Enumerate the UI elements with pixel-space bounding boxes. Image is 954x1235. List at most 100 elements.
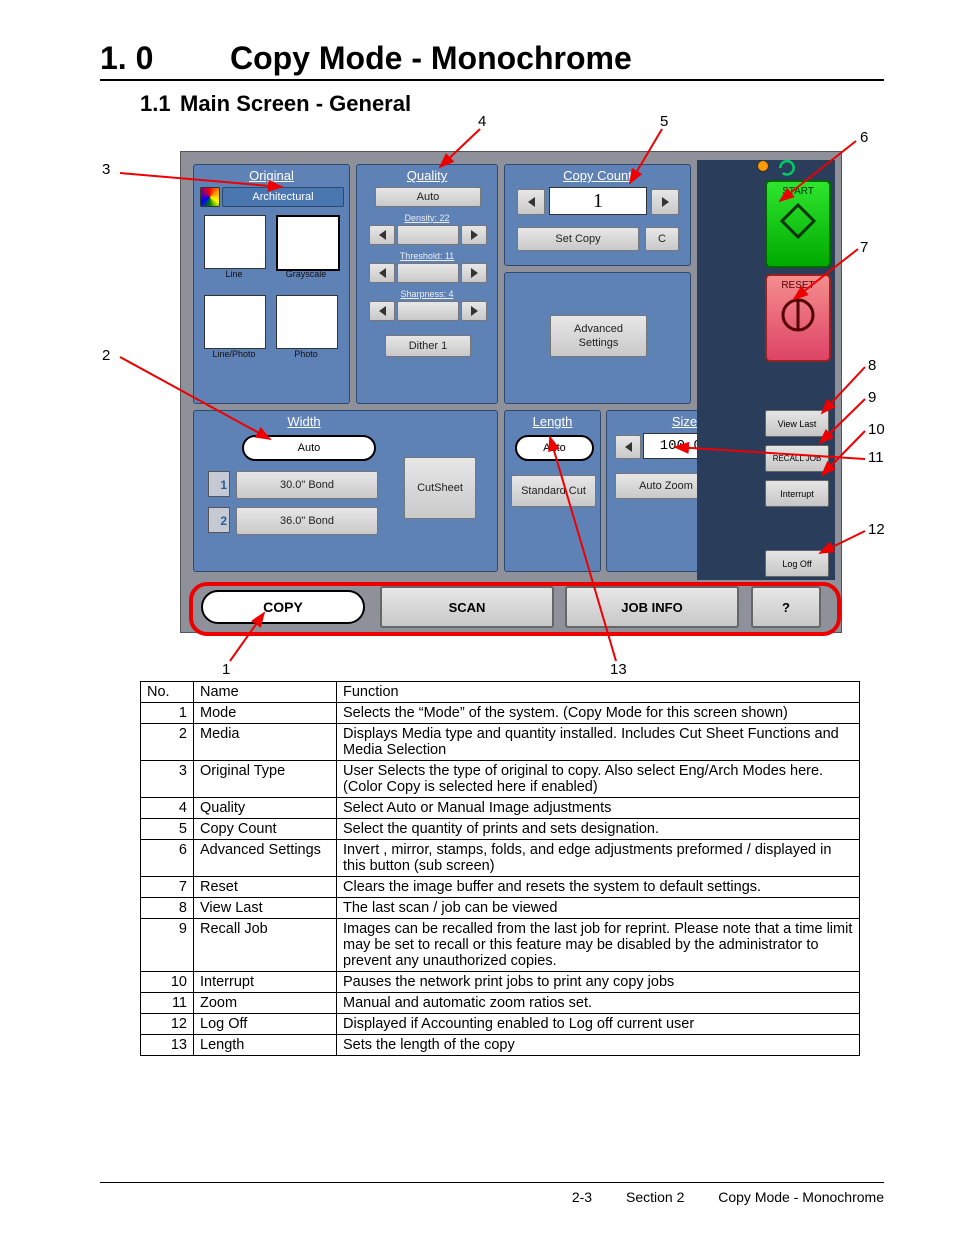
logoff-button[interactable]: Log Off	[765, 550, 829, 577]
triangle-right-icon	[471, 306, 478, 316]
recalljob-button[interactable]: RECALL JOB	[765, 445, 829, 472]
triangle-right-icon	[471, 268, 478, 278]
copycount-inc[interactable]	[651, 189, 679, 215]
cell-func: Invert , mirror, stamps, folds, and edge…	[337, 840, 860, 877]
roll2-button[interactable]: 36.0" Bond	[236, 507, 378, 535]
threshold-right[interactable]	[461, 263, 487, 283]
cell-func: The last scan / job can be viewed	[337, 898, 860, 919]
table-row: 4QualitySelect Auto or Manual Image adju…	[141, 798, 860, 819]
length-panel: Length Auto Standard Cut	[504, 410, 601, 572]
cutsheet-button[interactable]: CutSheet	[404, 457, 476, 519]
callout-4: 4	[478, 113, 486, 130]
callout-2: 2	[102, 347, 110, 364]
table-row: 6Advanced SettingsInvert , mirror, stamp…	[141, 840, 860, 877]
cell-name: Quality	[194, 798, 337, 819]
size-dec[interactable]	[615, 435, 641, 459]
callout-12: 12	[868, 521, 885, 538]
thumb-photo[interactable]	[276, 295, 338, 349]
start-label: START	[767, 186, 829, 197]
setcopy-button[interactable]: Set Copy	[517, 227, 639, 251]
title-number: 1. 0	[100, 40, 230, 77]
interrupt-button[interactable]: Interrupt	[765, 480, 829, 507]
reset-label: RESET	[767, 280, 829, 291]
density-left[interactable]	[369, 225, 395, 245]
roll1-button[interactable]: 30.0" Bond	[236, 471, 378, 499]
page-footer: 2-3 Section 2 Copy Mode - Monochrome	[100, 1182, 884, 1205]
footer-title: Copy Mode - Monochrome	[718, 1189, 884, 1205]
thumb-linephoto[interactable]	[204, 295, 266, 349]
dither-button[interactable]: Dither 1	[385, 335, 471, 357]
th-no: No.	[141, 682, 194, 703]
title-text: Copy Mode - Monochrome	[230, 40, 632, 76]
help-button[interactable]: ?	[751, 586, 821, 628]
cell-no: 3	[141, 761, 194, 798]
cell-func: Displays Media type and quantity install…	[337, 724, 860, 761]
quality-header: Quality	[357, 168, 497, 183]
triangle-left-icon	[379, 268, 386, 278]
table-row: 10InterruptPauses the network print jobs…	[141, 972, 860, 993]
original-header: Original	[194, 168, 349, 183]
callout-1: 1	[222, 661, 230, 678]
start-button[interactable]: START	[765, 180, 831, 268]
copycount-clear-button[interactable]: C	[645, 227, 679, 251]
threshold-label: Threshold: 11	[357, 251, 497, 261]
th-name: Name	[194, 682, 337, 703]
cell-name: Recall Job	[194, 919, 337, 972]
width-auto-button[interactable]: Auto	[242, 435, 376, 461]
cell-name: Advanced Settings	[194, 840, 337, 877]
cell-name: Original Type	[194, 761, 337, 798]
sharpness-right[interactable]	[461, 301, 487, 321]
triangle-left-icon	[379, 306, 386, 316]
cell-func: Images can be recalled from the last job…	[337, 919, 860, 972]
copycount-value[interactable]: 1	[549, 187, 647, 215]
scan-mode-button[interactable]: SCAN	[380, 586, 554, 628]
cell-no: 10	[141, 972, 194, 993]
triangle-right-icon	[662, 197, 669, 207]
copycount-header: Copy Count	[505, 168, 690, 183]
threshold-slider[interactable]	[397, 263, 459, 283]
table-row: 8View LastThe last scan / job can be vie…	[141, 898, 860, 919]
thumb-grayscale[interactable]	[276, 215, 340, 271]
jobinfo-button[interactable]: JOB INFO	[565, 586, 739, 628]
cell-no: 5	[141, 819, 194, 840]
sharpness-slider[interactable]	[397, 301, 459, 321]
density-right[interactable]	[461, 225, 487, 245]
threshold-left[interactable]	[369, 263, 395, 283]
copy-mode-button[interactable]: COPY	[201, 590, 365, 624]
density-label: Density: 22	[357, 213, 497, 223]
advanced-panel: Advanced Settings	[504, 272, 691, 404]
density-slider[interactable]	[397, 225, 459, 245]
cell-name: Log Off	[194, 1014, 337, 1035]
cell-no: 9	[141, 919, 194, 972]
reset-button[interactable]: RESET	[765, 274, 831, 362]
cell-no: 1	[141, 703, 194, 724]
table-row: 5Copy CountSelect the quantity of prints…	[141, 819, 860, 840]
sharpness-left[interactable]	[369, 301, 395, 321]
callout-3: 3	[102, 161, 110, 178]
quality-auto-button[interactable]: Auto	[375, 187, 481, 207]
cell-func: Sets the length of the copy	[337, 1035, 860, 1056]
standard-cut-button[interactable]: Standard Cut	[511, 475, 596, 507]
cell-no: 13	[141, 1035, 194, 1056]
table-row: 1ModeSelects the “Mode” of the system. (…	[141, 703, 860, 724]
footer-section: Section 2	[626, 1189, 684, 1205]
cell-name: Zoom	[194, 993, 337, 1014]
table-row: 11ZoomManual and automatic zoom ratios s…	[141, 993, 860, 1014]
copycount-dec[interactable]	[517, 189, 545, 215]
advanced-settings-button[interactable]: Advanced Settings	[550, 315, 647, 357]
table-row: 12Log OffDisplayed if Accounting enabled…	[141, 1014, 860, 1035]
callout-11: 11	[868, 449, 884, 466]
length-auto-button[interactable]: Auto	[515, 435, 594, 461]
cell-no: 2	[141, 724, 194, 761]
triangle-right-icon	[471, 230, 478, 240]
viewlast-button[interactable]: View Last	[765, 410, 829, 437]
table-row: 3Original TypeUser Selects the type of o…	[141, 761, 860, 798]
cell-func: Pauses the network print jobs to print a…	[337, 972, 860, 993]
color-mode-icon[interactable]	[200, 187, 220, 207]
cell-func: Clears the image buffer and resets the s…	[337, 877, 860, 898]
cell-no: 8	[141, 898, 194, 919]
triangle-left-icon	[379, 230, 386, 240]
architectural-button[interactable]: Architectural	[222, 187, 344, 207]
cell-name: Length	[194, 1035, 337, 1056]
thumb-line[interactable]	[204, 215, 266, 269]
